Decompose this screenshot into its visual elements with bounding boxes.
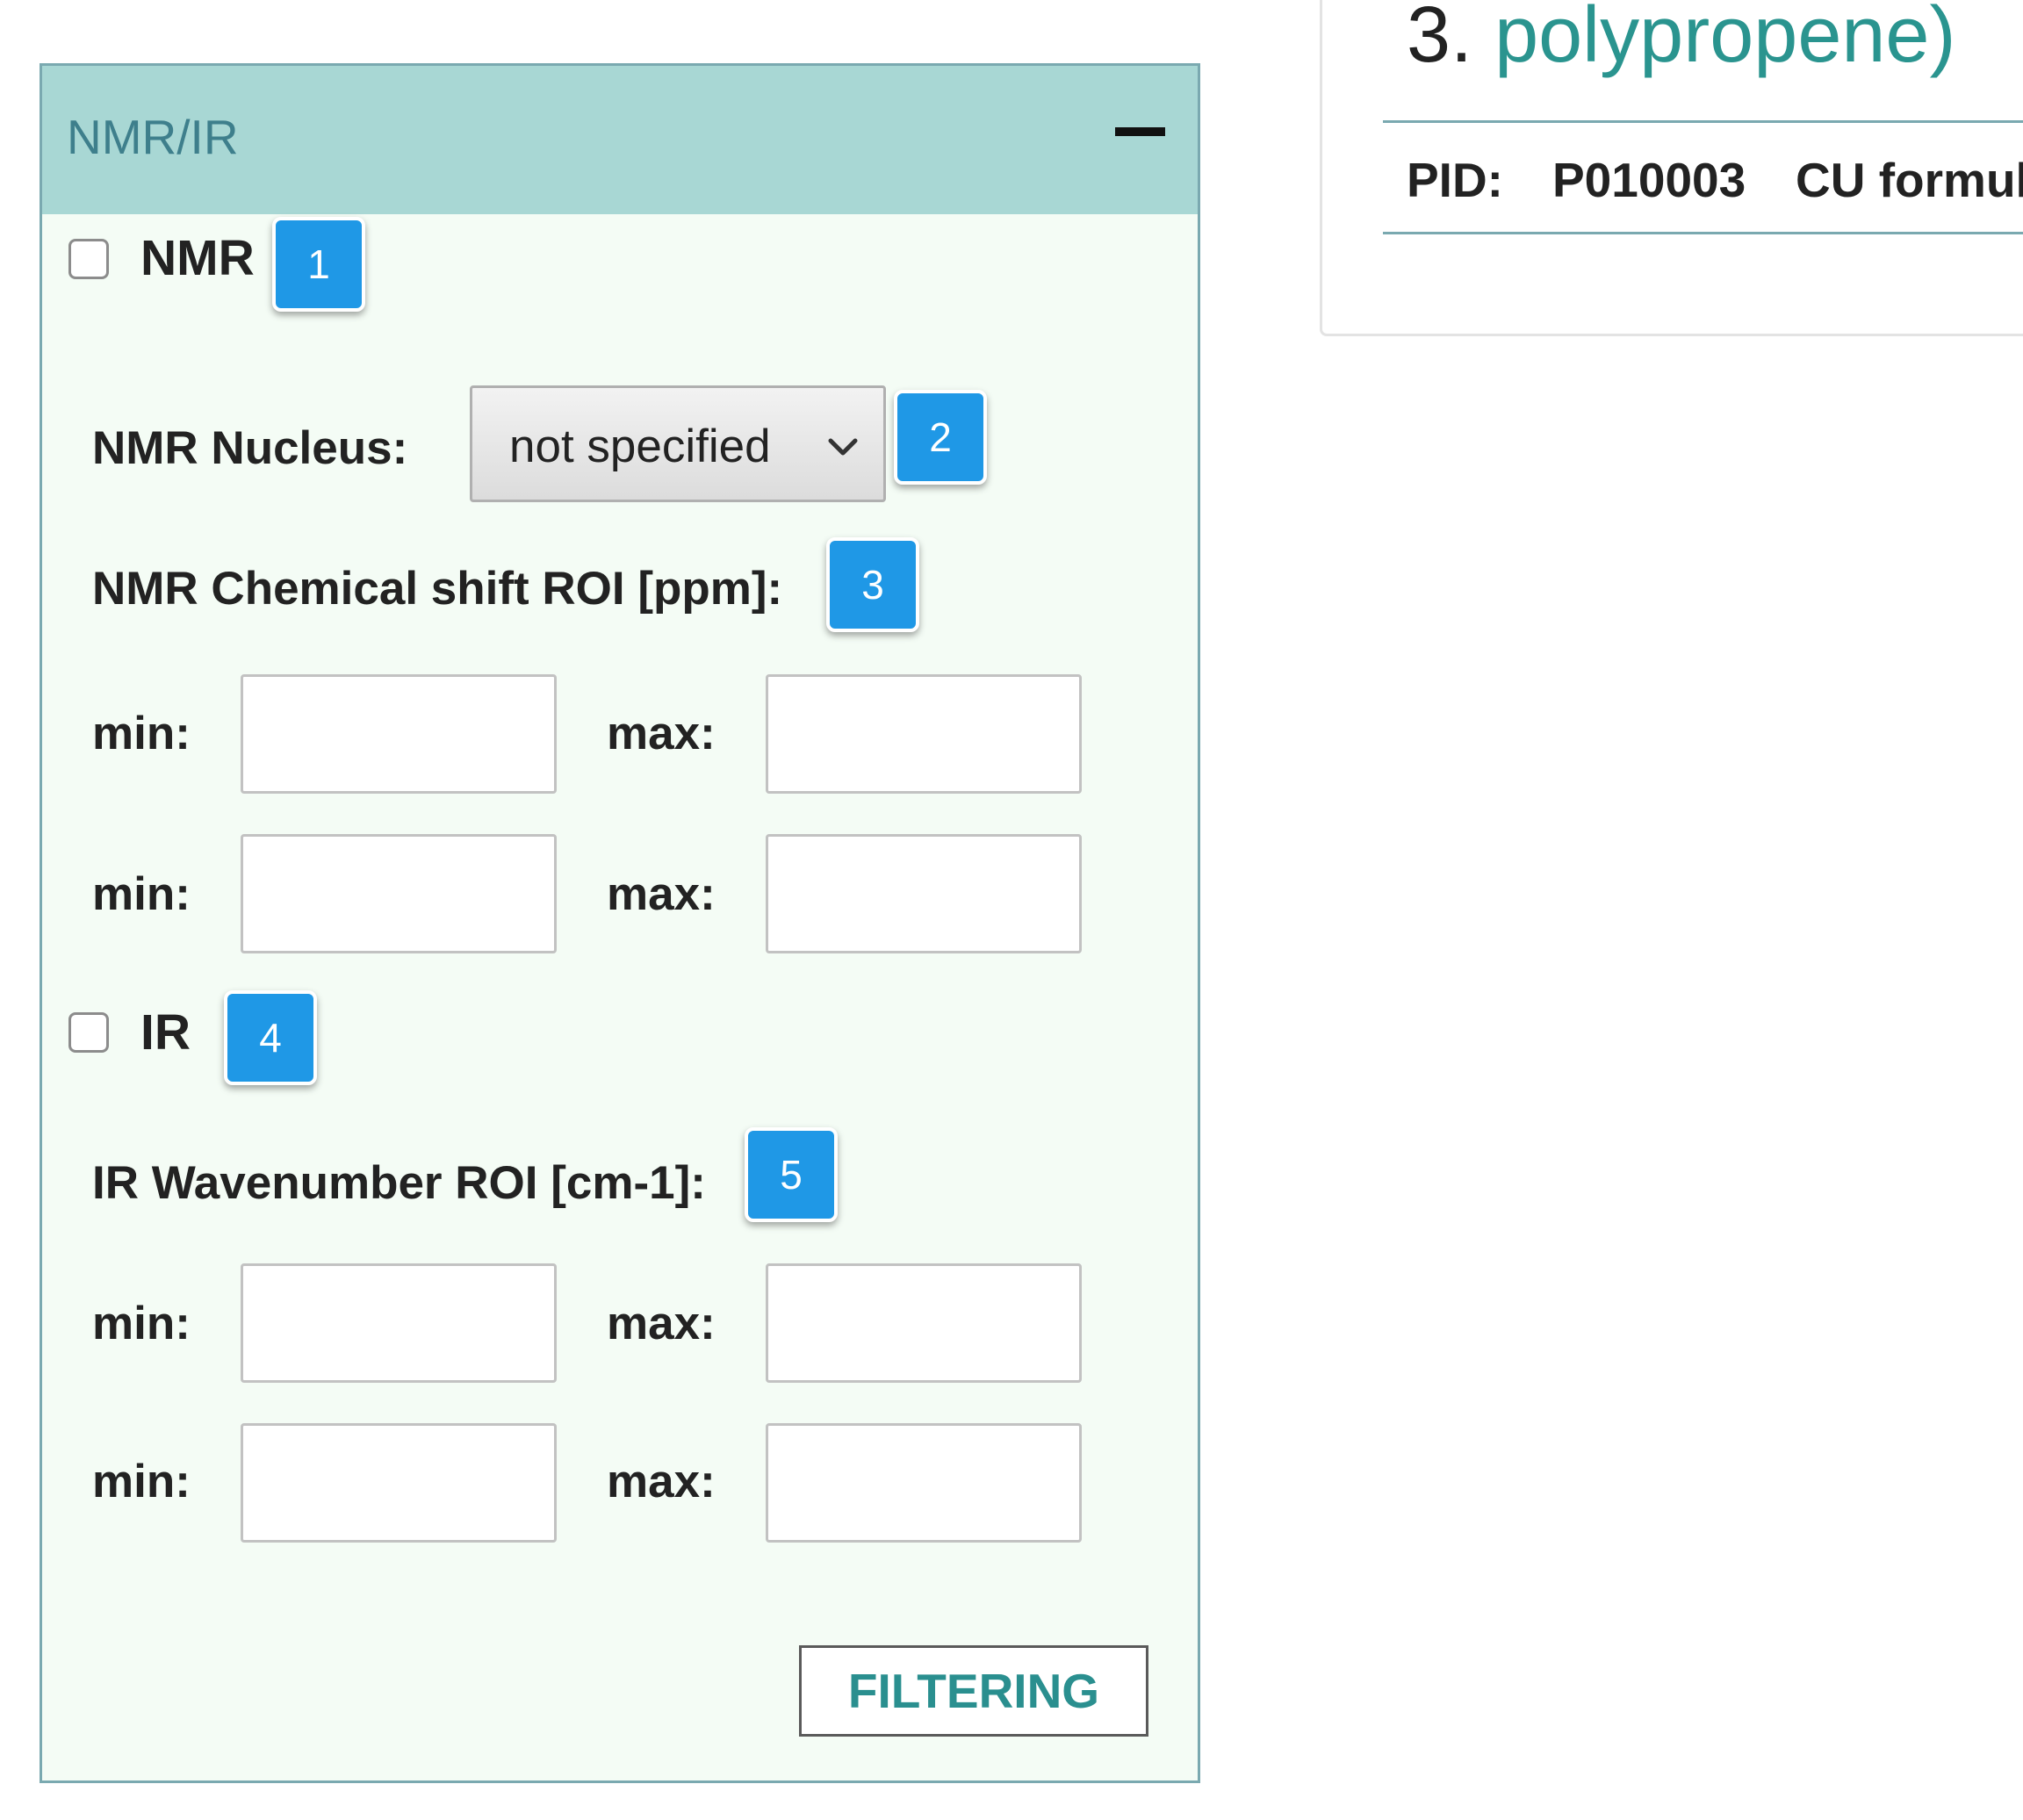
nmr-checkbox[interactable] (68, 239, 109, 279)
ir-range-2-min-input[interactable] (241, 1423, 557, 1543)
ir-wavenumber-roi-label: IR Wavenumber ROI [cm-1]: (92, 1157, 706, 1209)
ir-range-2-max-input[interactable] (766, 1423, 1082, 1543)
nmr-ir-filter-panel: NMR/IR NMR 1 NMR Nucleus: not specified … (40, 63, 1200, 1783)
ir-range-1-min-input[interactable] (241, 1263, 557, 1383)
nmr-range-2-min-label: min: (92, 868, 191, 920)
annotation-badge-3: 3 (826, 537, 919, 632)
ir-range-1-max-input[interactable] (766, 1263, 1082, 1383)
panel-title: NMR/IR (67, 110, 239, 164)
ir-range-1-max-label: max: (607, 1298, 716, 1349)
panel-header[interactable]: NMR/IR (40, 63, 1200, 217)
ir-range-2-min-label: min: (92, 1456, 191, 1507)
divider-bottom (1383, 232, 2023, 234)
nmr-range-1-min-label: min: (92, 708, 191, 759)
divider-top (1383, 120, 2023, 123)
ir-range-2-max-label: max: (607, 1456, 716, 1507)
nmr-range-1-max-label: max: (607, 708, 716, 759)
annotation-badge-5: 5 (745, 1127, 838, 1222)
pid-label: PID: (1407, 153, 1503, 207)
minus-icon (1115, 127, 1165, 136)
panel-body: NMR 1 NMR Nucleus: not specified 2 NMR C… (40, 214, 1200, 1783)
result-index: 3. (1407, 0, 1473, 79)
nmr-nucleus-select[interactable]: not specified (470, 385, 886, 502)
nmr-range-1-max-input[interactable] (766, 674, 1082, 794)
result-title: 3. polypropene) (1407, 0, 1955, 75)
collapse-button[interactable] (1110, 114, 1171, 149)
ir-checkbox[interactable] (68, 1012, 109, 1053)
annotation-badge-1: 1 (272, 217, 365, 312)
pid-value: P010003 (1552, 153, 1746, 207)
annotation-badge-4: 4 (224, 990, 317, 1085)
nmr-checkbox-label: NMR (140, 230, 255, 286)
nmr-range-1-min-input[interactable] (241, 674, 557, 794)
result-name-link[interactable]: polypropene) (1494, 0, 1955, 79)
chevron-down-icon (828, 438, 858, 456)
nmr-range-2-max-label: max: (607, 868, 716, 920)
filtering-button[interactable]: FILTERING (799, 1645, 1148, 1737)
nmr-nucleus-selected-value: not specified (509, 421, 771, 472)
nmr-range-2-min-input[interactable] (241, 834, 557, 953)
nmr-nucleus-label: NMR Nucleus: (92, 422, 408, 474)
ir-checkbox-label: IR (140, 1004, 191, 1061)
ir-range-1-min-label: min: (92, 1298, 191, 1349)
cu-formula-label: CU formul (1796, 153, 2023, 207)
annotation-badge-2: 2 (894, 390, 987, 485)
nmr-range-2-max-input[interactable] (766, 834, 1082, 953)
nmr-shift-roi-label: NMR Chemical shift ROI [ppm]: (92, 563, 783, 615)
